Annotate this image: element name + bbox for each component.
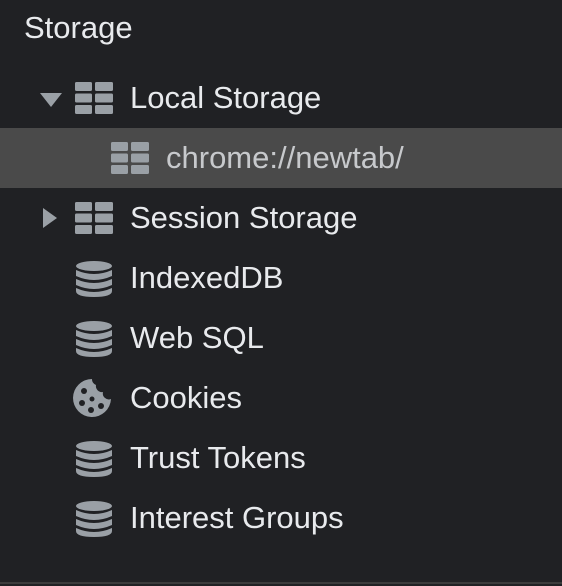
database-icon bbox=[76, 441, 112, 477]
section-title: Storage bbox=[24, 10, 133, 45]
tree-item-indexeddb[interactable]: IndexedDB bbox=[0, 248, 562, 308]
tree-item-local-storage[interactable]: Local Storage bbox=[0, 68, 562, 128]
database-icon bbox=[76, 321, 112, 357]
expand-arrow-down-icon[interactable] bbox=[40, 93, 62, 107]
tree-item-label: Interest Groups bbox=[130, 500, 344, 535]
tree-item-label: Local Storage bbox=[130, 80, 322, 115]
tree-item-cookies[interactable]: Cookies bbox=[0, 368, 562, 428]
tree-item-label: Session Storage bbox=[130, 200, 358, 235]
tree-item-label: Cookies bbox=[130, 380, 242, 415]
tree-item-trust-tokens[interactable]: Trust Tokens bbox=[0, 428, 562, 488]
database-icon bbox=[76, 501, 112, 537]
table-grid-icon bbox=[111, 142, 149, 174]
expand-arrow-right-icon[interactable] bbox=[43, 208, 57, 228]
storage-panel: Storage Local Storage chrome://newtab/ S… bbox=[0, 0, 562, 586]
tree-item-session-storage[interactable]: Session Storage bbox=[0, 188, 562, 248]
tree-item-label: Web SQL bbox=[130, 320, 264, 355]
table-grid-icon bbox=[75, 82, 113, 114]
tree-item-web-sql[interactable]: Web SQL bbox=[0, 308, 562, 368]
tree-item-chrome-newtab[interactable]: chrome://newtab/ bbox=[0, 128, 562, 188]
tree-item-label: IndexedDB bbox=[130, 260, 284, 295]
tree-item-label: Trust Tokens bbox=[130, 440, 306, 475]
tree-item-interest-groups[interactable]: Interest Groups bbox=[0, 488, 562, 548]
tree-item-label: chrome://newtab/ bbox=[166, 140, 404, 175]
cookie-icon bbox=[73, 379, 111, 417]
database-icon bbox=[76, 261, 112, 297]
panel-divider bbox=[0, 582, 562, 584]
storage-tree: Local Storage chrome://newtab/ Session S… bbox=[0, 68, 562, 548]
table-grid-icon bbox=[75, 202, 113, 234]
